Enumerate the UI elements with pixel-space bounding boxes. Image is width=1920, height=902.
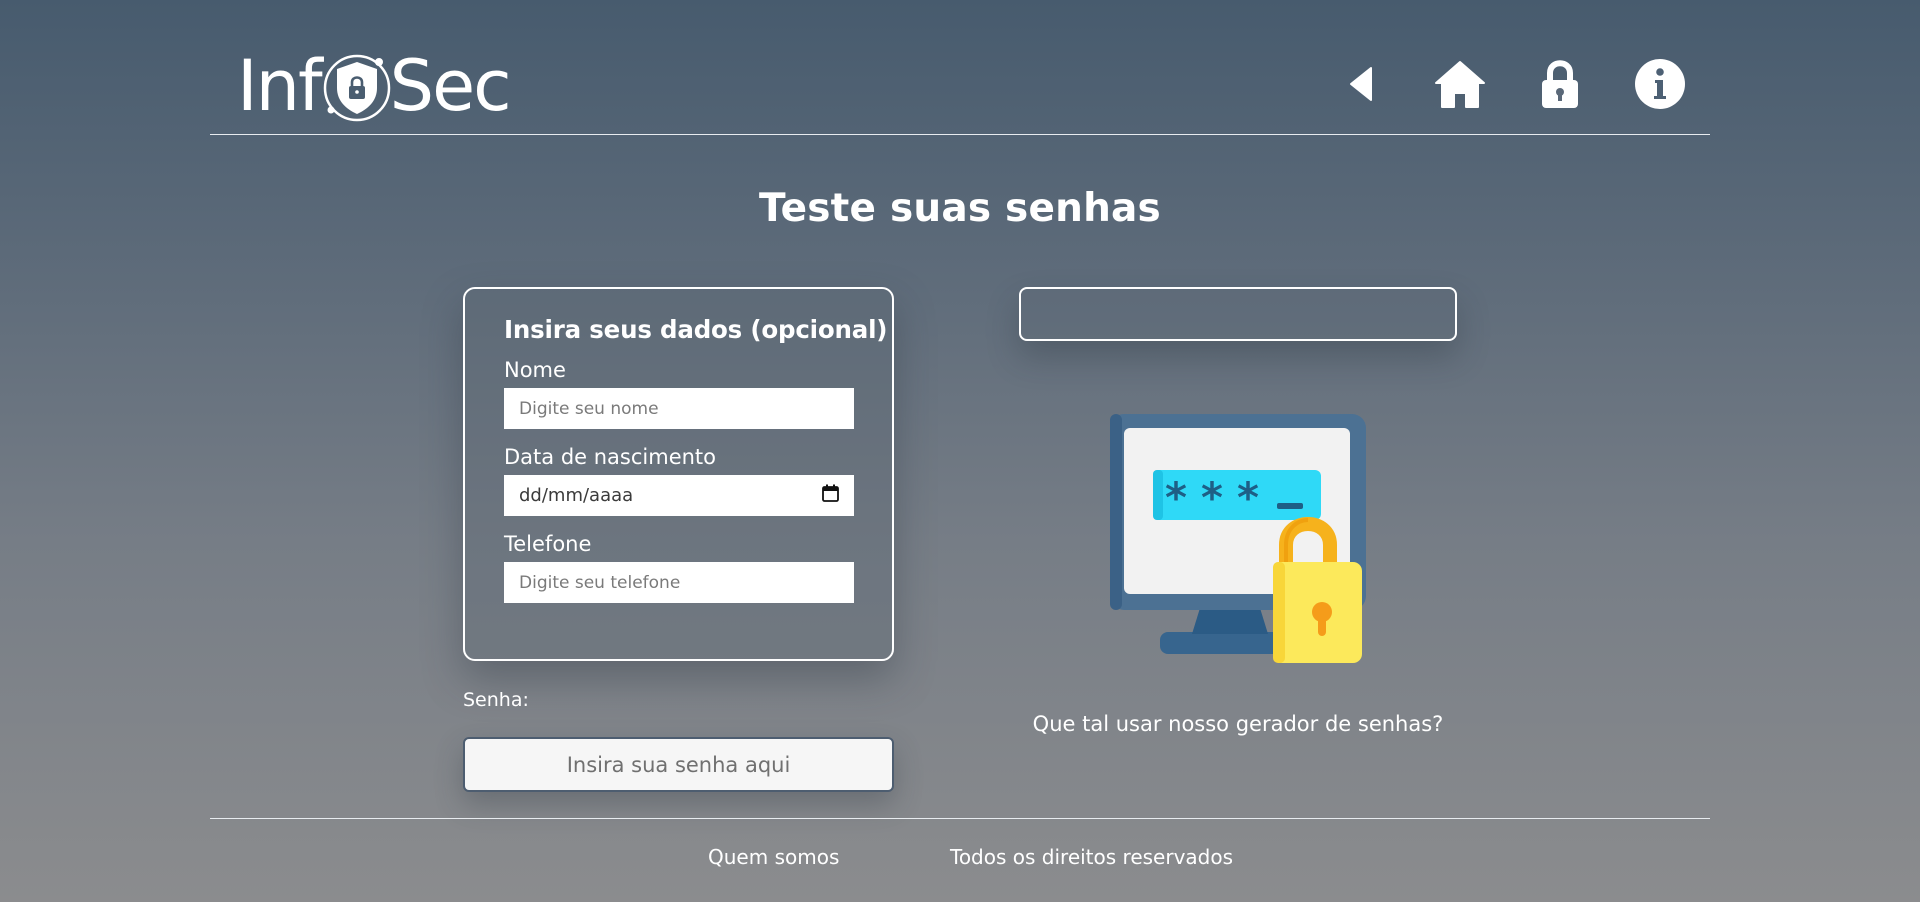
birth-date-label: Data de nascimento — [504, 445, 717, 469]
infosec-logo[interactable]: Inf Sec — [237, 45, 512, 127]
birth-date-placeholder: dd/mm/aaaa — [519, 485, 634, 506]
about-link[interactable]: Quem somos — [708, 845, 839, 869]
password-label: Senha: — [463, 689, 529, 711]
header-nav — [1286, 58, 1686, 110]
password-generator-link[interactable]: Que tal usar nosso gerador de senhas? — [1019, 712, 1457, 736]
name-label: Nome — [504, 358, 566, 382]
lock-icon[interactable] — [1534, 58, 1586, 110]
password-input[interactable] — [463, 737, 894, 792]
header: Inf Sec — [210, 0, 1710, 135]
form-heading: Insira seus dados (opcional) — [504, 315, 888, 344]
info-icon[interactable] — [1634, 58, 1686, 110]
svg-text:*: * — [1165, 473, 1187, 522]
password-strength-result — [1019, 287, 1457, 341]
footer: Quem somos Todos os direitos reservados — [210, 818, 1710, 902]
name-input[interactable] — [504, 388, 854, 429]
birth-date-input[interactable]: dd/mm/aaaa — [504, 475, 854, 516]
shield-lock-logo-icon — [322, 48, 392, 124]
phone-input[interactable] — [504, 562, 854, 603]
logo-prefix: Inf — [237, 45, 323, 127]
calendar-icon[interactable] — [822, 484, 839, 507]
page-title: Teste suas senhas — [759, 186, 1161, 231]
svg-text:*: * — [1201, 473, 1223, 522]
logo-suffix: Sec — [389, 45, 512, 127]
phone-label: Telefone — [504, 532, 592, 556]
rights-reserved-link[interactable]: Todos os direitos reservados — [950, 845, 1233, 869]
back-icon[interactable] — [1334, 58, 1386, 110]
home-icon[interactable] — [1434, 58, 1486, 110]
svg-text:*: * — [1237, 473, 1259, 522]
optional-data-form: Insira seus dados (opcional) Nome Data d… — [463, 287, 894, 661]
password-monitor-lock-icon: * * * — [1108, 412, 1368, 665]
